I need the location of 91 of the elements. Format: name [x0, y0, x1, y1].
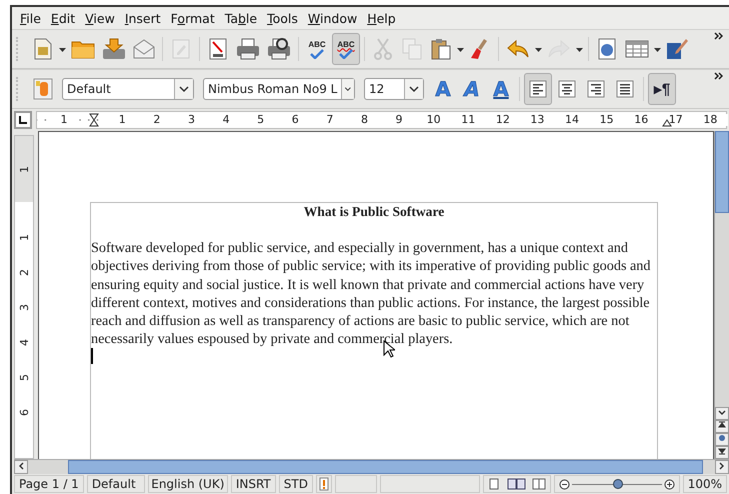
overflow-chevron-icon[interactable]: [714, 72, 723, 80]
right-indent-marker-icon[interactable]: [662, 119, 672, 127]
caret-icon: [456, 48, 464, 52]
page-style-label: Default: [86, 475, 145, 493]
paintbrush-icon: [470, 38, 490, 60]
zoom-level-label: 100%: [682, 475, 727, 493]
document-icon: [34, 38, 52, 60]
spellcheck-tick-icon: [310, 48, 324, 58]
ruler-number: 4: [16, 339, 32, 346]
caret-icon: [654, 48, 660, 52]
copy-icon: [402, 38, 422, 60]
dot-icon: [718, 434, 726, 442]
align-center-icon: [558, 80, 576, 98]
ruler-number: 3: [16, 304, 32, 311]
envelope-icon: [133, 39, 155, 59]
align-left-icon: [529, 80, 547, 98]
ruler-number: 18: [693, 114, 728, 126]
zoom-slider[interactable]: [572, 479, 662, 489]
status-field: [334, 475, 377, 493]
scrollbar-thumb[interactable]: [68, 460, 703, 474]
vertical-ruler[interactable]: 1 1 2 3 4 5 6: [14, 135, 34, 459]
language-label: English (UK): [148, 475, 228, 493]
next-page-button[interactable]: [715, 446, 729, 459]
menu-item[interactable]: File: [15, 10, 46, 26]
document-heading[interactable]: What is Public Software: [91, 203, 657, 222]
spellcheck-button[interactable]: ABC: [303, 33, 331, 65]
align-left-button[interactable]: [524, 73, 552, 105]
menu-item[interactable]: Help: [362, 10, 401, 26]
printer-icon: [236, 38, 260, 60]
menu-item[interactable]: Insert: [120, 10, 166, 26]
font-size-field[interactable]: 12: [364, 78, 424, 100]
menu-item[interactable]: Format: [166, 10, 220, 26]
page-view-icons[interactable]: [488, 478, 546, 490]
ruler-number: 1: [16, 166, 32, 172]
menu-item[interactable]: View: [80, 10, 120, 26]
page-down-icon: [718, 447, 726, 455]
chevron-down-icon[interactable]: [404, 79, 423, 99]
menu-item[interactable]: Tools: [262, 10, 303, 26]
scroll-right-button[interactable]: [715, 460, 729, 474]
indent-marker-icon[interactable]: [89, 113, 99, 127]
clipboard-icon: [431, 38, 451, 60]
undo-arrow-icon: [506, 39, 530, 59]
spellcheck-tick-icon: [339, 48, 353, 58]
vertical-scrollbar[interactable]: [714, 131, 729, 459]
insert-mode-label: INSRT: [230, 475, 276, 493]
tab-stop-icon[interactable]: [14, 111, 32, 129]
scrollbar-thumb[interactable]: [715, 131, 729, 213]
ruler-number: 5: [16, 374, 32, 381]
caret-icon: [576, 48, 582, 52]
page-up-icon: [718, 421, 726, 429]
printer-magnifier-icon: [267, 38, 291, 60]
folder-icon: [71, 39, 95, 59]
download-tray-icon: [102, 38, 126, 60]
overflow-chevron-icon[interactable]: [714, 32, 723, 40]
menu-item[interactable]: Window: [302, 10, 362, 26]
scissors-icon: [373, 38, 393, 60]
justify-icon: [616, 80, 634, 98]
pen-icon: [666, 38, 688, 60]
ruler-number: 2: [16, 269, 32, 276]
chevron-down-icon: [718, 410, 726, 416]
styles-hand-icon: [33, 78, 53, 100]
font-name-field[interactable]: Nimbus Roman No9 L: [203, 78, 355, 100]
page-indicator: Page 1 / 1: [14, 475, 84, 493]
ruler-number: 6: [16, 409, 32, 416]
selection-mode-label: STD: [278, 475, 313, 493]
chevron-right-icon: [719, 462, 725, 470]
pencil-document-icon: [172, 39, 190, 59]
align-right-icon: [587, 80, 605, 98]
horizontal-ruler[interactable]: 1 1 2 3 4 5 6 7 8 9 10 11 12 13 14 15 16 17 18: [36, 111, 727, 129]
menu-item[interactable]: Edit: [46, 10, 80, 26]
paragraph-style-field[interactable]: Default: [62, 78, 194, 100]
navigation-button[interactable]: [715, 433, 729, 446]
chevron-down-icon[interactable]: [341, 79, 354, 99]
menu-item[interactable]: Table: [220, 10, 262, 26]
zoom-out-icon[interactable]: [558, 478, 570, 490]
chevron-left-icon: [18, 462, 24, 470]
table-icon: [625, 40, 649, 58]
horizontal-scrollbar[interactable]: [14, 459, 729, 474]
zoom-in-icon[interactable]: [664, 478, 675, 490]
chevron-down-icon[interactable]: [174, 79, 193, 99]
caret-icon: [534, 48, 542, 52]
scroll-left-button[interactable]: [14, 460, 28, 474]
pdf-document-icon: [209, 38, 227, 60]
document-paragraph[interactable]: Software developed for public service, and especially in government, has a unique context and objectives deriving from those of public service; with its imperative of providing public goods and ensuring equity and social justice. It is well known that private and commercial actions have very different context, motives and considerations than public actions. For instance, the largest possible reach and diffusion as well as transparency of actions are basic to public service, which are not necessarily values espoused by private and commercial players.: [91, 239, 657, 348]
formatting-marks-button[interactable]: ▸¶: [648, 73, 676, 105]
ruler-number: 1: [16, 234, 32, 241]
spellcheck-button[interactable]: ABC: [332, 33, 360, 65]
text-cursor: [91, 348, 92, 364]
caret-icon: [58, 48, 66, 52]
scroll-down-button[interactable]: [715, 407, 729, 420]
previous-page-button[interactable]: [715, 420, 729, 433]
